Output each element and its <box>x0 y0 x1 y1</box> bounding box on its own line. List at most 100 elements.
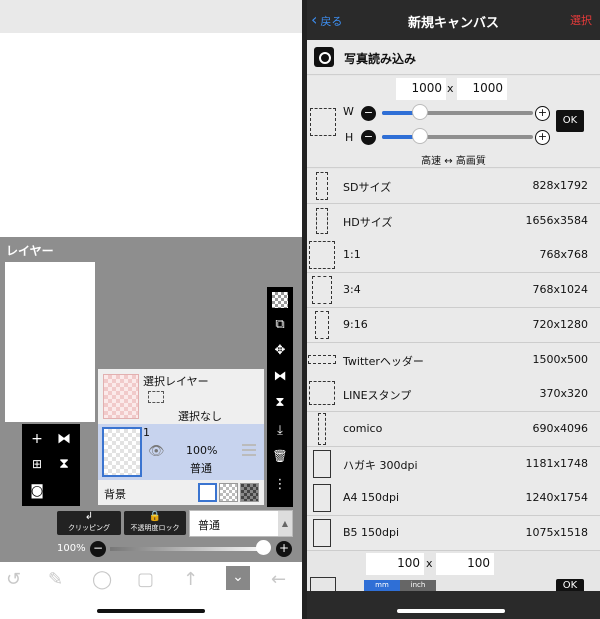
preset-row[interactable]: HDサイズ 1656x3584 <box>307 203 600 239</box>
preset-shape-icon <box>307 447 337 481</box>
times-label: x <box>447 82 454 95</box>
flip-vertical-icon[interactable]: ⧗ <box>267 395 293 410</box>
transform-icon[interactable]: ⧉ <box>267 317 293 332</box>
lasso-icon[interactable]: ↺ <box>6 569 21 590</box>
clipping-button[interactable]: ↲ クリッピング <box>57 511 121 535</box>
add-frame-icon[interactable]: ⊞ <box>26 455 48 473</box>
width-minus-icon[interactable]: − <box>361 106 376 121</box>
merge-down-icon[interactable]: ⤓ <box>267 423 293 438</box>
background-dark-swatch[interactable] <box>240 483 259 502</box>
home-indicator-right <box>397 609 505 613</box>
brush-icon[interactable]: ✎ <box>48 569 63 590</box>
unit-inch-tab[interactable]: inch <box>400 580 436 591</box>
layer-1-opacity: 100% <box>186 444 218 457</box>
selection-layer-row[interactable]: 選択レイヤー 選択なし <box>98 369 264 424</box>
more-icon[interactable]: ⋮ <box>267 477 293 492</box>
eye-icon[interactable]: 👁 <box>148 444 165 459</box>
transparency-icon[interactable] <box>272 292 288 308</box>
preset-row[interactable]: SDサイズ 828x1792 <box>307 169 600 204</box>
w-label: W <box>343 105 354 118</box>
preset-row[interactable]: 9:16 720x1280 <box>307 307 600 343</box>
width-slider-knob[interactable] <box>412 104 428 120</box>
rect-tool-icon[interactable]: ▢ <box>137 569 154 590</box>
quality-tradeoff-label: 高速 ↔ 高画質 <box>421 156 486 167</box>
blend-mode-select[interactable]: 普通 ▲ <box>189 510 293 537</box>
height-input[interactable]: 1000 <box>457 78 507 100</box>
back-arrow-icon[interactable]: ← <box>271 569 286 590</box>
layer-tools: + ⧓ ⊞ ⧗ ◙ <box>22 424 80 506</box>
opacity-minus-icon[interactable]: − <box>90 541 106 557</box>
drawing-canvas[interactable] <box>0 33 302 237</box>
custom-ok-button[interactable]: OK <box>556 110 584 132</box>
opacity-slider-knob[interactable] <box>256 540 271 555</box>
selection-dashed-icon <box>148 391 164 403</box>
layer-row-1[interactable]: 1 👁 100% 普通 <box>98 424 264 480</box>
height-plus-icon[interactable]: + <box>535 130 550 145</box>
preset-size: 1656x3584 <box>525 213 589 227</box>
background-transparent-swatch[interactable] <box>219 483 238 502</box>
drag-handle-icon[interactable] <box>242 444 256 456</box>
lock-opacity-label: 不透明度ロック <box>130 524 180 532</box>
clipping-label: クリッピング <box>68 524 110 532</box>
photo-import-row[interactable]: 写真読み込み <box>307 40 600 75</box>
dropdown-arrow-icon: ▲ <box>278 511 292 536</box>
preset-name: 9:16 <box>343 317 368 331</box>
selection-layer-title: 選択レイヤー <box>143 375 209 388</box>
page-title: 新規キャンバス <box>407 16 499 31</box>
blend-mode-value: 普通 <box>198 519 220 532</box>
screen: レイヤー + ⧓ ⊞ ⧗ ◙ 選択レイヤー 選択なし 1 👁 100% 普通 背… <box>0 0 600 619</box>
preset-name: Twitterヘッダー <box>343 354 424 368</box>
trash-icon[interactable]: 🗑 <box>267 449 293 463</box>
preset-row[interactable]: A4 150dpi 1240x1754 <box>307 481 600 517</box>
select-button[interactable]: 選択 <box>570 12 592 28</box>
add-layer-icon[interactable]: + <box>26 430 48 448</box>
preset-shape-icon <box>307 169 337 203</box>
circle-tool-icon[interactable]: ◯ <box>92 569 112 590</box>
preset-size: 690x4096 <box>532 421 589 435</box>
selection-layer-thumbnail <box>103 374 139 419</box>
height-slider-knob[interactable] <box>412 128 428 144</box>
drawing-app-pane: レイヤー + ⧓ ⊞ ⧗ ◙ 選択レイヤー 選択なし 1 👁 100% 普通 背… <box>0 0 302 619</box>
camera-icon[interactable]: ◙ <box>26 482 48 500</box>
additional-size-area: 100 x 100 OK <box>307 551 600 597</box>
width-input[interactable]: 1000 <box>396 78 446 100</box>
height-minus-icon[interactable]: − <box>361 130 376 145</box>
preset-row[interactable]: Twitterヘッダー 1500x500 <box>307 342 600 378</box>
preset-size: 1075x1518 <box>525 526 589 539</box>
camera-icon <box>314 47 334 67</box>
preset-shape-icon <box>307 343 337 377</box>
preset-name: A4 150dpi <box>343 491 400 505</box>
lock-opacity-button[interactable]: 🔒 不透明度ロック <box>124 511 186 535</box>
layer-panel-title: レイヤー <box>6 244 54 258</box>
background-white-swatch[interactable] <box>198 483 217 502</box>
preset-row[interactable]: comico 690x4096 <box>307 411 600 447</box>
flip-horizontal-icon[interactable]: ⧓ <box>267 369 293 384</box>
preset-name: ハガキ 300dpi <box>343 458 418 472</box>
preset-row[interactable]: B5 150dpi 1075x1518 <box>307 516 600 551</box>
merge-icon[interactable]: ⧗ <box>53 455 75 473</box>
height-slider[interactable] <box>382 135 533 139</box>
preset-size: 720x1280 <box>532 317 589 331</box>
background-row: 背景 <box>98 480 264 505</box>
collapse-icon[interactable]: ⌄ <box>226 566 250 590</box>
extra-width-input[interactable]: 100 <box>366 553 424 575</box>
opacity-slider[interactable] <box>110 547 270 551</box>
preset-row[interactable]: LINEスタンプ 370x320 <box>307 377 600 413</box>
extra-height-input[interactable]: 100 <box>436 553 494 575</box>
layer-1-thumbnail <box>102 427 142 477</box>
width-slider[interactable] <box>382 111 533 115</box>
opacity-plus-icon[interactable]: + <box>276 541 292 557</box>
width-plus-icon[interactable]: + <box>535 106 550 121</box>
preset-row[interactable]: ハガキ 300dpi 1181x1748 <box>307 446 600 482</box>
selection-status: 選択なし <box>178 410 222 423</box>
preset-name: B5 150dpi <box>343 526 400 539</box>
preset-row[interactable]: 3:4 768x1024 <box>307 273 600 309</box>
preset-row[interactable]: 1:1 768x768 <box>307 238 600 274</box>
move-icon[interactable]: ✥ <box>267 343 293 358</box>
unit-mm-tab[interactable]: mm <box>364 580 400 591</box>
up-arrow-icon[interactable]: ↑ <box>183 569 198 590</box>
bottom-toolbar: ↺ ✎ ◯ ▢ ↑ ⌄ ← <box>0 562 302 598</box>
preset-name: HDサイズ <box>343 215 393 229</box>
flip-icon[interactable]: ⧓ <box>53 430 75 448</box>
preset-shape-icon <box>307 377 337 411</box>
